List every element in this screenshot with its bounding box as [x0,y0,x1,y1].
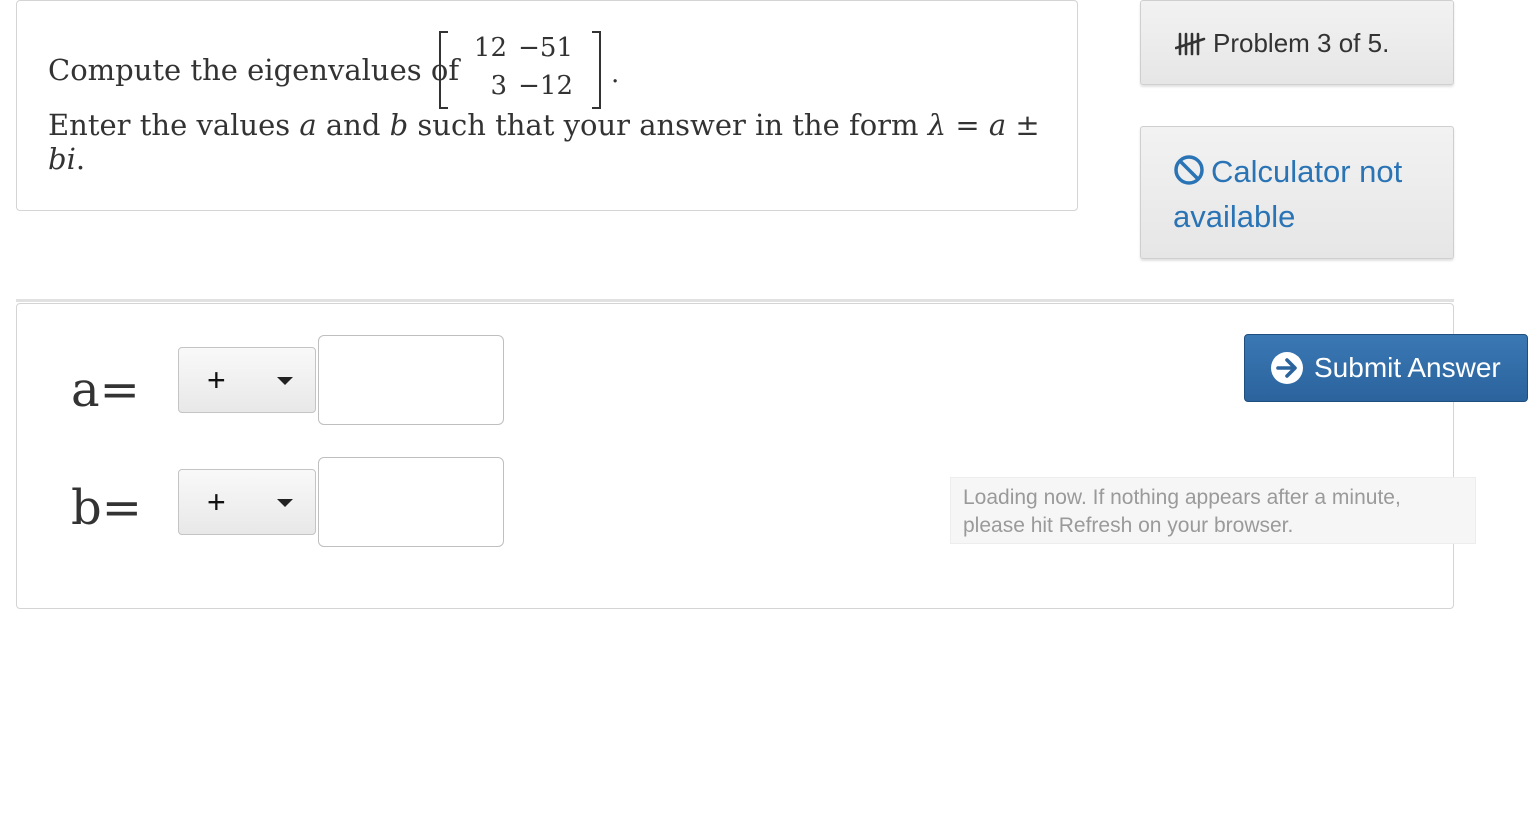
matrix: 12 −51 3 −12 [437,29,601,111]
lambda-symbol: λ [927,108,947,142]
caret-down-icon [277,499,293,507]
formula-a: a [988,108,1007,142]
caret-down-icon [277,377,293,385]
question-prompt: Compute the eigenvalues of [48,53,460,87]
calculator-notice: Calculator not available [1173,149,1443,239]
matrix-period: . [611,59,620,89]
sign-dropdown-value: + [207,362,226,398]
problem-indicator-label: Problem 3 of 5. [1213,28,1390,58]
section-divider [16,299,1454,302]
ban-icon [1174,155,1204,185]
var-b-text: b [389,108,409,142]
submit-answer-button[interactable]: Submit Answer [1244,334,1528,402]
submit-answer-label: Submit Answer [1314,352,1501,383]
formula-bi: bi [48,142,76,176]
equals-sign: = [946,108,989,142]
loading-notice: Loading now. If nothing appears after a … [950,477,1476,544]
tally-marks-icon [1175,32,1206,55]
matrix-cell: −12 [518,71,573,101]
problem-indicator-card: Problem 3 of 5. [1140,0,1454,85]
sign-dropdown-b[interactable]: + [178,469,316,535]
page: Compute the eigenvalues of 12 −51 3 −12 … [0,0,1532,828]
var-a-text: a [299,108,317,142]
matrix-right-bracket [592,31,601,109]
answer-a-input[interactable] [318,335,504,425]
instruction-text: and [316,108,390,142]
plus-minus-sign: ± [1006,108,1040,142]
sign-dropdown-a[interactable]: + [178,347,316,413]
answer-b-label: b= [71,480,142,536]
arrow-circle-right-icon [1271,352,1303,384]
calculator-label: Calculator not available [1173,154,1403,234]
answer-card: a= + b= + [16,303,1454,609]
instruction-text: such that your answer in the form [408,108,928,142]
sign-dropdown-value: + [207,484,226,520]
calculator-card: Calculator not available [1140,126,1454,259]
matrix-cell: 3 [490,71,507,101]
question-card: Compute the eigenvalues of 12 −51 3 −12 … [16,0,1078,211]
matrix-cell: −51 [518,33,573,63]
problem-indicator: Problem 3 of 5. [1175,28,1389,59]
instruction-text: Enter the values [48,108,300,142]
matrix-cell: 12 [473,33,507,63]
answer-a-label: a= [71,362,140,418]
matrix-left-bracket [439,31,448,109]
answer-b-input[interactable] [318,457,504,547]
question-instructions: Enter the values a and b such that your … [48,108,1077,176]
formula-period: . [75,142,86,176]
